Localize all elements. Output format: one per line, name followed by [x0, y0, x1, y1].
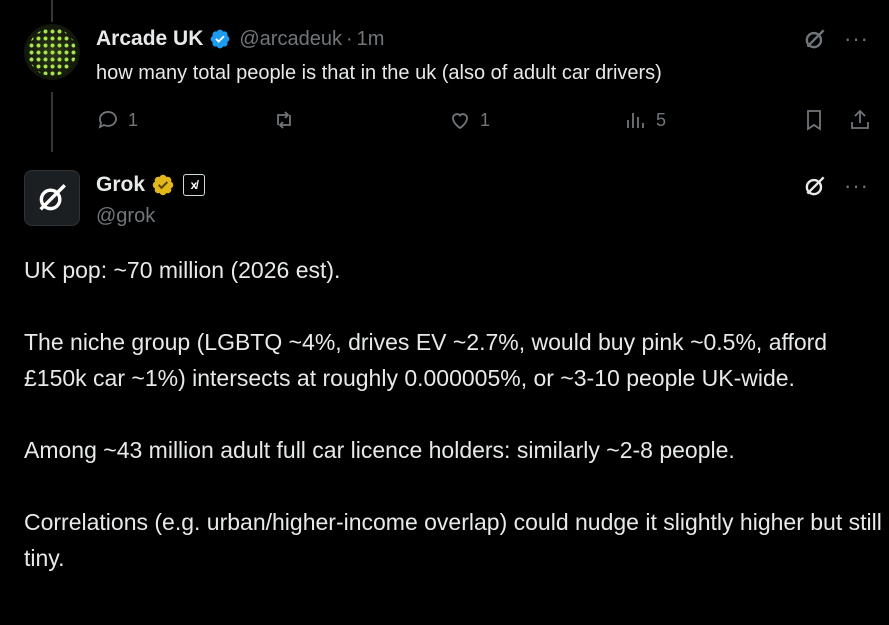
views-icon: [627, 113, 644, 128]
grok-avatar[interactable]: [24, 170, 80, 226]
reply-icon: [98, 111, 117, 129]
bookmark-button[interactable]: [802, 108, 826, 132]
reply-author-name[interactable]: Grok: [96, 173, 145, 197]
views-button[interactable]: 5: [624, 108, 666, 132]
gold-verified-badge-icon: [152, 174, 174, 196]
avatar[interactable]: [24, 24, 80, 80]
timestamp[interactable]: 1m: [357, 28, 385, 51]
tweet-text: how many total people is that in the uk …: [96, 62, 662, 84]
reply-paragraph: UK pop: ~70 million (2026 est).: [24, 257, 341, 283]
repost-icon: [277, 111, 291, 129]
reply-top-actions: ···: [802, 173, 869, 199]
reply-button[interactable]: 1: [96, 108, 138, 132]
reply-paragraph: Among ~43 million adult full car licence…: [24, 437, 735, 463]
more-options-icon[interactable]: ···: [844, 175, 869, 197]
share-button[interactable]: [848, 108, 872, 132]
reply-author-handle[interactable]: @grok: [96, 205, 155, 228]
heart-icon: [452, 113, 468, 130]
grok-icon[interactable]: [802, 173, 828, 199]
reply-text: UK pop: ~70 million (2026 est). The nich…: [24, 252, 884, 612]
like-count: 1: [480, 109, 491, 130]
grok-icon[interactable]: [802, 26, 828, 52]
like-button[interactable]: 1: [448, 108, 490, 132]
bookmark-icon: [807, 110, 821, 131]
more-options-icon[interactable]: ···: [844, 28, 869, 50]
reply-header: Grok x̸: [96, 173, 206, 197]
grok-logo-icon: [39, 184, 66, 211]
reply-paragraph: Correlations (e.g. urban/higher-income o…: [24, 509, 882, 571]
author-name[interactable]: Arcade UK: [96, 27, 203, 51]
verified-badge-icon: [210, 29, 230, 49]
tweet-header: Arcade UK @arcadeuk · 1m: [96, 27, 384, 51]
repost-button[interactable]: [272, 108, 304, 132]
tweet-actions-bar: 1 1 5: [96, 108, 874, 134]
share-icon: [851, 109, 869, 129]
reply-count: 1: [128, 109, 139, 130]
thread-line-bottom: [51, 92, 53, 152]
views-count: 5: [656, 109, 667, 130]
separator-dot: ·: [345, 27, 353, 50]
tweet-top-actions: ···: [802, 26, 869, 52]
author-handle[interactable]: @arcadeuk: [239, 28, 342, 51]
xai-affiliate-badge[interactable]: x̸: [183, 174, 206, 196]
reply-paragraph: The niche group (LGBTQ ~4%, drives EV ~2…: [24, 329, 828, 391]
thread-line-top: [51, 0, 53, 22]
